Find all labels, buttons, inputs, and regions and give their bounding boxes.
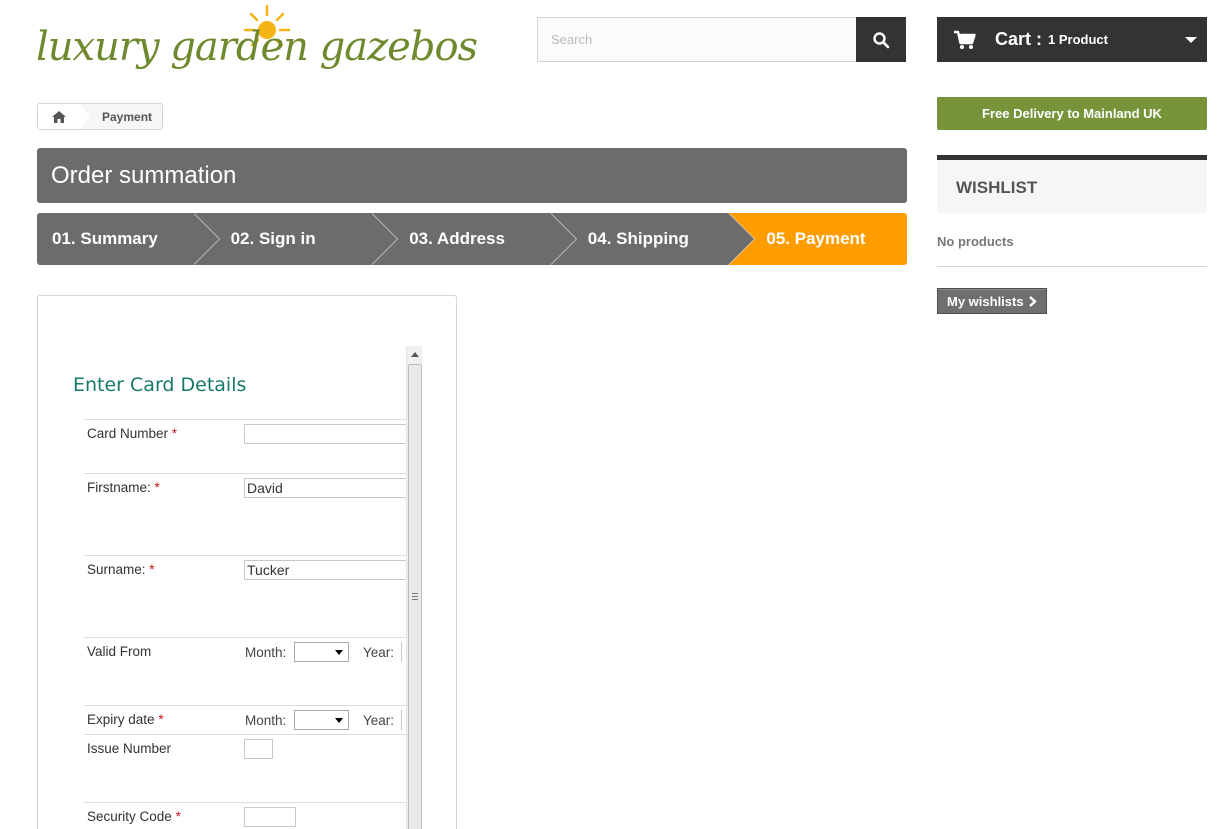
logo-text: luxury garden gazebos: [36, 24, 478, 70]
valid-from-month-select[interactable]: [294, 642, 349, 662]
shopping-cart-icon: [954, 30, 976, 49]
card-number-label: Card Number *: [87, 426, 177, 441]
required-mark: *: [158, 712, 164, 727]
frame-scrollbar[interactable]: [406, 346, 422, 829]
card-number-input[interactable]: [244, 424, 422, 444]
search-input[interactable]: [537, 17, 857, 62]
required-mark: *: [175, 809, 181, 824]
firstname-label-text: Firstname:: [87, 480, 151, 495]
valid-from-year-label: Year:: [363, 645, 395, 660]
cart-quantity: 1 Product: [1048, 32, 1108, 47]
expiry-label: Expiry date *: [87, 712, 164, 727]
search-bar: [537, 17, 907, 62]
breadcrumb-home-link[interactable]: [38, 104, 80, 129]
step-label: 03. Address: [409, 229, 505, 248]
firstname-label: Firstname: *: [87, 480, 160, 495]
step-arrow: [728, 213, 755, 265]
valid-from-row: Valid From Month: Year:: [84, 637, 422, 662]
firstname-input[interactable]: [244, 478, 422, 498]
security-code-label-text: Security Code: [87, 809, 172, 824]
surname-input[interactable]: [244, 560, 422, 580]
step-arrow: [371, 213, 398, 265]
wishlist-empty-text: No products: [937, 213, 1207, 267]
site-logo[interactable]: luxury garden gazebos: [36, 2, 478, 92]
my-wishlists-button[interactable]: My wishlists: [937, 288, 1047, 314]
surname-row: Surname: *: [84, 555, 422, 580]
security-code-label: Security Code *: [87, 809, 181, 824]
cart-label: Cart :: [995, 29, 1043, 49]
expiry-month-label: Month:: [245, 713, 287, 728]
step-summary[interactable]: 01. Summary: [37, 213, 220, 265]
step-label: 04. Shipping: [587, 229, 689, 248]
checkout-steps: 01. Summary 02. Sign in 03. Address 04. …: [37, 213, 907, 265]
security-code-input[interactable]: [244, 807, 296, 827]
step-label: 01. Summary: [52, 229, 158, 248]
expiry-year-select[interactable]: [401, 710, 405, 730]
surname-label-text: Surname:: [87, 562, 146, 577]
card-details-frame: Enter Card Details Card Number * Firstna…: [38, 346, 422, 829]
card-details-title: Enter Card Details: [73, 374, 247, 396]
step-arrow: [549, 213, 576, 265]
cart-button[interactable]: Cart : 1 Product: [937, 17, 1207, 62]
free-delivery-banner[interactable]: Free Delivery to Mainland UK: [937, 97, 1207, 130]
issue-number-row: Issue Number: [84, 734, 422, 759]
step-label: 05. Payment: [766, 229, 866, 248]
scroll-grip-icon: [412, 593, 418, 600]
valid-from-year-select[interactable]: [401, 642, 405, 662]
required-mark: *: [154, 480, 160, 495]
step-label: 02. Sign in: [230, 229, 316, 248]
expiry-year-label: Year:: [363, 713, 395, 728]
expiry-label-text: Expiry date: [87, 712, 155, 727]
card-number-row: Card Number *: [84, 419, 422, 444]
my-wishlists-label: My wishlists: [947, 293, 1024, 309]
card-number-label-text: Card Number: [87, 426, 169, 441]
issue-number-label: Issue Number: [87, 741, 172, 756]
security-code-row: Security Code *: [84, 802, 422, 827]
breadcrumb-separator: [80, 103, 90, 130]
firstname-row: Firstname: *: [84, 473, 422, 498]
expiry-row: Expiry date * Month: Year:: [84, 705, 422, 730]
wishlist-block: WISHLIST No products My wishlists: [937, 155, 1207, 314]
required-mark: *: [171, 426, 178, 441]
chevron-down-icon: [1185, 37, 1197, 43]
home-icon: [52, 110, 66, 123]
scroll-up-arrow-icon[interactable]: [411, 352, 419, 357]
valid-from-month-label: Month:: [245, 645, 287, 660]
search-icon: [873, 31, 890, 48]
search-button[interactable]: [856, 17, 906, 62]
page-title: Order summation: [37, 148, 907, 203]
chevron-right-icon: [1028, 295, 1037, 307]
expiry-month-select[interactable]: [294, 710, 349, 730]
payment-panel: Enter Card Details Card Number * Firstna…: [37, 295, 457, 829]
issue-number-input[interactable]: [244, 739, 273, 759]
wishlist-title[interactable]: WISHLIST: [937, 155, 1207, 213]
breadcrumb: Payment: [37, 103, 164, 130]
step-arrow: [192, 213, 219, 265]
breadcrumb-current: Payment: [102, 109, 153, 124]
valid-from-label: Valid From: [87, 644, 152, 659]
scroll-thumb[interactable]: [408, 364, 422, 829]
required-mark: *: [149, 562, 155, 577]
surname-label: Surname: *: [87, 562, 155, 577]
